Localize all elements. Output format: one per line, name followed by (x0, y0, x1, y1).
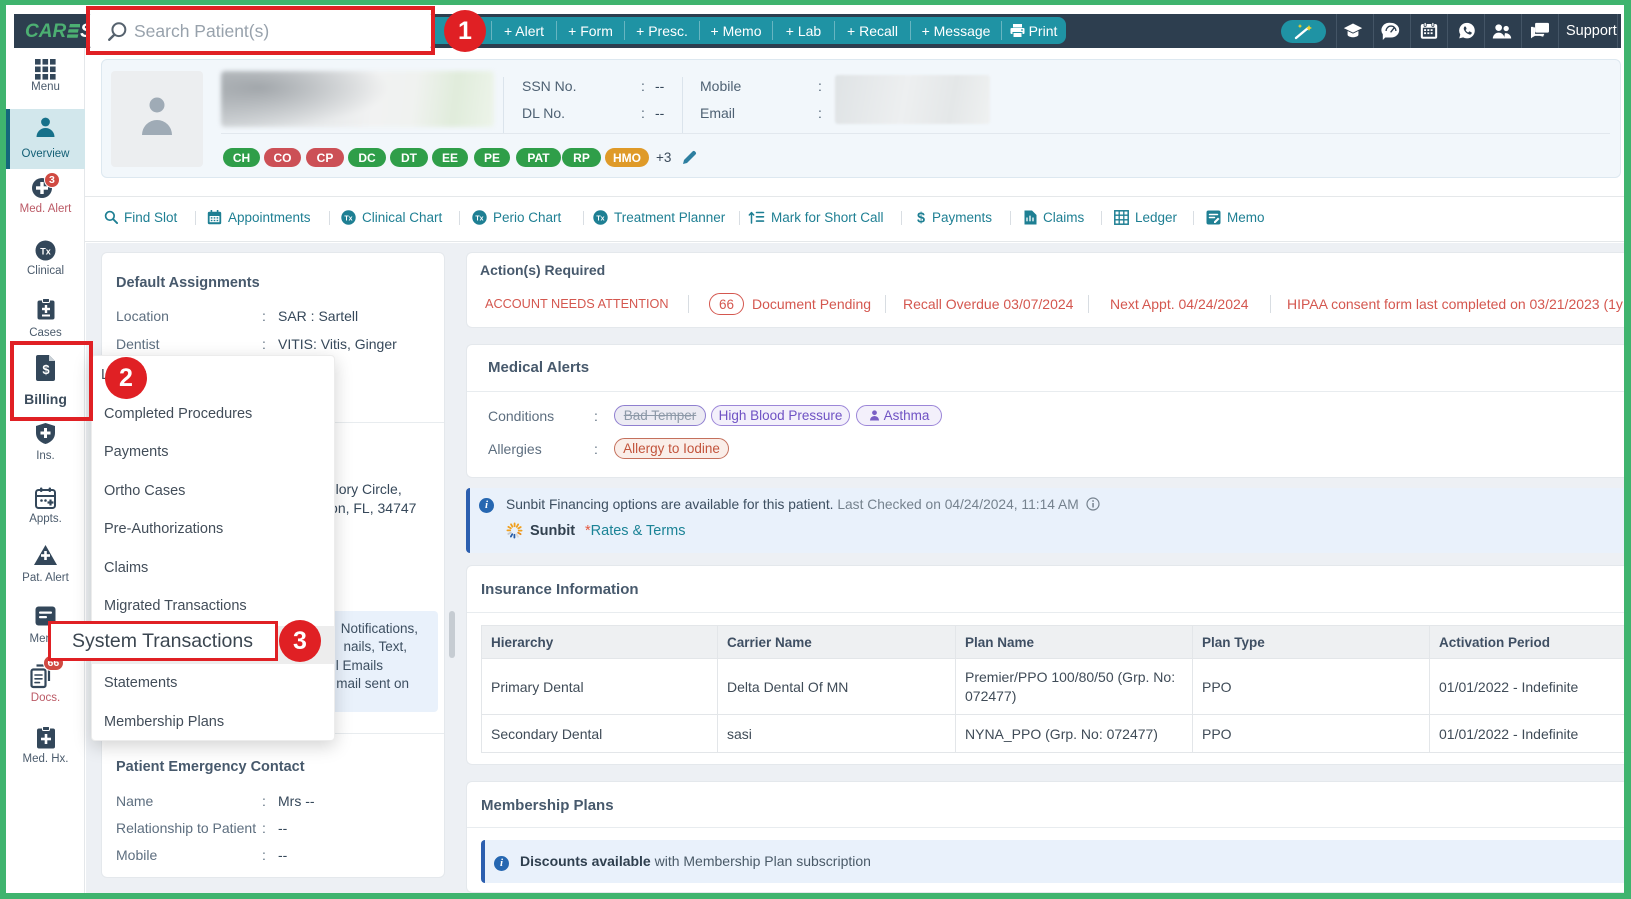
svg-text:Tx: Tx (596, 215, 604, 222)
svg-text:$: $ (917, 211, 925, 226)
svg-text:Tx: Tx (475, 215, 483, 222)
svg-text:Tx: Tx (40, 247, 51, 257)
svg-text:Tx: Tx (344, 215, 352, 222)
